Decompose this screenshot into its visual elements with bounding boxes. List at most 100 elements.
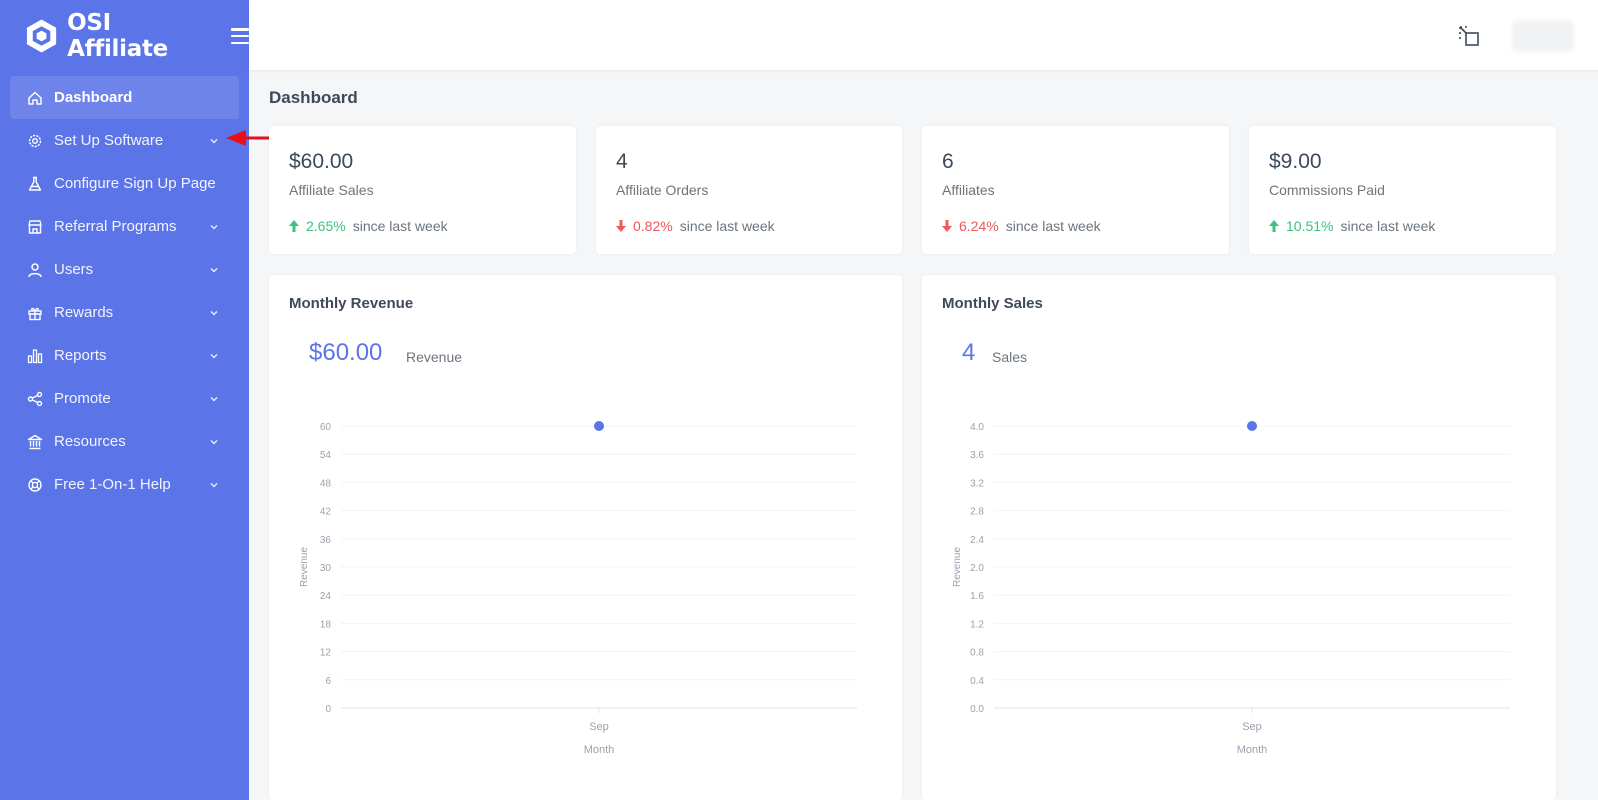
sidebar-item-label: Reports (54, 347, 107, 364)
stat-label: Affiliates (942, 182, 995, 198)
chevron-down-icon[interactable] (209, 480, 219, 490)
data-point[interactable] (1247, 421, 1257, 431)
y-tick-label: 0.0 (970, 704, 984, 715)
chevron-down-icon[interactable] (209, 394, 219, 404)
chevron-down-icon[interactable] (209, 136, 219, 146)
sidebar-item-label: Users (54, 261, 94, 278)
osi-logo-icon[interactable] (24, 18, 59, 54)
arrow-up-icon (1269, 220, 1279, 232)
chart-big-label: Revenue (406, 349, 463, 365)
user-icon (28, 262, 42, 277)
stat-value: $9.00 (1269, 150, 1322, 173)
y-tick-label: 42 (320, 507, 332, 518)
y-tick-label: 2.8 (970, 507, 984, 518)
y-tick-label: 24 (320, 591, 332, 602)
sidebar-item-label: Resources (54, 433, 126, 450)
trend-since: since last week (352, 218, 448, 234)
stat-card-commissions-paid: $9.00 Commissions Paid 10.51% since last… (1249, 126, 1556, 254)
chart-card-monthly-sales: Monthly Sales 4 Sales 4.0 3.6 3.2 2.8 2.4 2.0… (922, 275, 1556, 800)
stat-value: $60.00 (289, 150, 354, 173)
trend-percent: 2.65% (306, 218, 346, 234)
sidebar-item-label: Referral Programs (54, 218, 177, 235)
topbar (249, 0, 1598, 70)
sidebar: OSI Affiliate Dashboard Set Up Software Co… (0, 0, 249, 800)
trend-since: since last week (1340, 218, 1436, 234)
chart-title: Monthly Sales (942, 295, 1043, 312)
brand: OSI Affiliate (0, 0, 249, 72)
y-tick-label: 0.4 (970, 676, 984, 687)
y-tick-label: 3.6 (970, 450, 984, 461)
sidebar-item-rewards[interactable]: Rewards (10, 291, 239, 334)
sidebar-item-label: Configure Sign Up Page (54, 175, 216, 192)
share-icon (27, 391, 43, 406)
data-point[interactable] (594, 421, 604, 431)
chart-title: Monthly Revenue (289, 295, 414, 312)
fullscreen-icon[interactable] (1458, 25, 1480, 47)
chart-big-value: $60.00 (309, 339, 383, 366)
y-tick-label: 60 (320, 422, 332, 433)
stat-card-affiliate-orders: 4 Affiliate Orders 0.82% since last week (596, 126, 902, 254)
stat-trend: 0.82% since last week (616, 218, 775, 234)
y-tick-label: 2.0 (970, 563, 984, 574)
stat-card-affiliate-sales: $60.00 Affiliate Sales 2.65% since last … (269, 126, 576, 254)
chevron-down-icon[interactable] (209, 437, 219, 447)
y-tick-label: 2.4 (970, 535, 984, 546)
user-avatar[interactable] (1512, 20, 1574, 52)
sidebar-item-set-up-software[interactable]: Set Up Software (10, 119, 239, 162)
x-axis-label: Month (1237, 744, 1268, 756)
page-title: Dashboard (269, 88, 358, 107)
stat-value: 6 (942, 150, 954, 173)
sidebar-item-label: Promote (54, 390, 111, 407)
x-tick-label: Sep (589, 721, 609, 733)
sidebar-item-promote[interactable]: Promote (10, 377, 239, 420)
stat-card-affiliates: 6 Affiliates 6.24% since last week (922, 126, 1229, 254)
y-tick-label: 4.0 (970, 422, 984, 433)
chevron-down-icon[interactable] (209, 265, 219, 275)
y-tick-label: 54 (320, 450, 332, 461)
brand-name: OSI Affiliate (67, 10, 168, 62)
store-icon (28, 219, 42, 234)
sidebar-item-label: Rewards (54, 304, 114, 321)
sidebar-item-referral-programs[interactable]: Referral Programs (10, 205, 239, 248)
hamburger-menu-icon[interactable] (231, 28, 249, 44)
x-tick-label: Sep (1242, 721, 1262, 733)
sidebar-nav: Dashboard Set Up Software Configure Sign U… (0, 72, 249, 506)
y-tick-label: 12 (320, 648, 332, 659)
y-tick-label: 1.6 (970, 591, 984, 602)
trend-percent: 0.82% (633, 218, 673, 234)
sidebar-item-users[interactable]: Users (10, 248, 239, 291)
bar-chart-icon (27, 348, 43, 363)
home-icon (28, 91, 42, 105)
arrow-down-icon (616, 220, 626, 232)
gift-icon (28, 307, 42, 320)
chevron-down-icon[interactable] (209, 308, 219, 318)
trend-percent: 6.24% (959, 218, 999, 234)
stat-value: 4 (616, 150, 628, 173)
chevron-down-icon[interactable] (209, 351, 219, 361)
trend-since: since last week (1005, 218, 1101, 234)
sales-chart: 4.0 3.6 3.2 2.8 2.4 2.0 1.6 1.2 0.8 0.4 0.0 Sep Mont… (952, 421, 1510, 756)
chevron-down-icon[interactable] (209, 222, 219, 232)
y-tick-label: 1.2 (970, 619, 984, 630)
sidebar-item-resources[interactable]: Resources (10, 420, 239, 463)
sidebar-item-label: Set Up Software (54, 132, 164, 149)
y-tick-label: 30 (320, 563, 332, 574)
sidebar-item-configure-sign-up-page[interactable]: Configure Sign Up Page (10, 162, 239, 205)
y-tick-label: 3.2 (970, 478, 984, 489)
sidebar-item-dashboard[interactable]: Dashboard (10, 76, 239, 119)
stat-label: Affiliate Sales (289, 182, 374, 198)
gear-icon (28, 134, 42, 147)
sidebar-item-label: Dashboard (54, 89, 133, 106)
bank-icon (27, 434, 43, 449)
trend-since: since last week (679, 218, 775, 234)
sidebar-item-label: Free 1-On-1 Help (54, 476, 171, 493)
stat-trend: 6.24% since last week (942, 218, 1101, 234)
x-axis-label: Month (584, 744, 615, 756)
chart-big-label: Sales (992, 349, 1028, 365)
stat-label: Commissions Paid (1269, 182, 1385, 198)
sidebar-item-free-1-on-1-help[interactable]: Free 1-On-1 Help (10, 463, 239, 506)
sidebar-item-reports[interactable]: Reports (10, 334, 239, 377)
arrow-up-icon (289, 220, 299, 232)
y-tick-label: 48 (320, 478, 332, 489)
lifebuoy-icon (28, 477, 42, 492)
